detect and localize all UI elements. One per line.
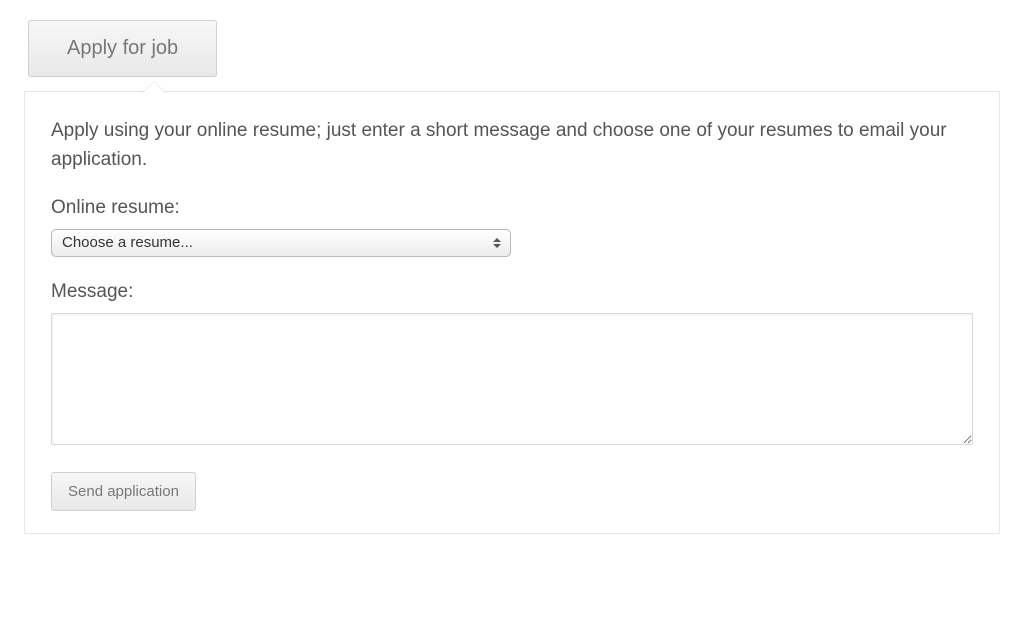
application-panel: Apply using your online resume; just ent…: [24, 91, 1000, 534]
message-label: Message:: [51, 281, 973, 303]
panel-pointer-icon: [142, 81, 166, 93]
resume-select-wrap: Choose a resume...: [51, 229, 511, 257]
application-panel-wrap: Apply using your online resume; just ent…: [24, 91, 1000, 534]
online-resume-label: Online resume:: [51, 197, 973, 219]
apply-for-job-button[interactable]: Apply for job: [28, 20, 217, 77]
message-textarea[interactable]: [51, 313, 973, 445]
resume-select[interactable]: Choose a resume...: [51, 229, 511, 257]
intro-text: Apply using your online resume; just ent…: [51, 116, 973, 175]
send-application-button[interactable]: Send application: [51, 472, 196, 511]
